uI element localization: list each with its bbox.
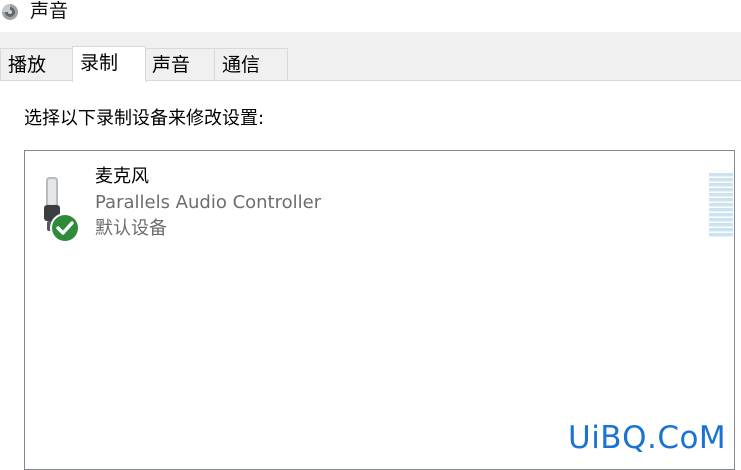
level-meter-segment — [709, 208, 733, 212]
level-meter-segment — [709, 223, 733, 227]
tab-sounds[interactable]: 声音 — [144, 48, 216, 80]
title-bar: 声音 — [0, 0, 741, 32]
recording-instruction: 选择以下录制设备来修改设置: — [24, 108, 265, 129]
level-meter-segment — [709, 213, 733, 217]
level-meter-segment — [709, 218, 733, 222]
device-name: 麦克风 — [95, 166, 149, 187]
watermark: UiBQ.CoM — [568, 420, 727, 456]
level-meter-segment — [709, 173, 733, 177]
speaker-icon — [2, 4, 18, 20]
microphone-icon — [44, 177, 80, 243]
tab-playback[interactable]: 播放 — [0, 48, 76, 80]
level-meter-segment — [709, 228, 733, 232]
device-status: 默认设备 — [95, 218, 167, 239]
window-title: 声音 — [30, 0, 69, 22]
level-meter-segment — [709, 188, 733, 192]
level-meter-segment — [709, 193, 733, 197]
level-meter-segment — [709, 198, 733, 202]
device-description: Parallels Audio Controller — [95, 192, 322, 213]
level-meter-segment — [709, 233, 733, 237]
tab-communications[interactable]: 通信 — [214, 48, 288, 80]
device-item-microphone[interactable]: 麦克风 Parallels Audio Controller 默认设备 — [37, 161, 733, 243]
level-meter — [709, 173, 733, 237]
level-meter-segment — [709, 183, 733, 187]
default-checkmark-icon — [50, 213, 80, 243]
tab-recording[interactable]: 录制 — [72, 46, 146, 82]
level-meter-segment — [709, 203, 733, 207]
level-meter-segment — [709, 178, 733, 182]
